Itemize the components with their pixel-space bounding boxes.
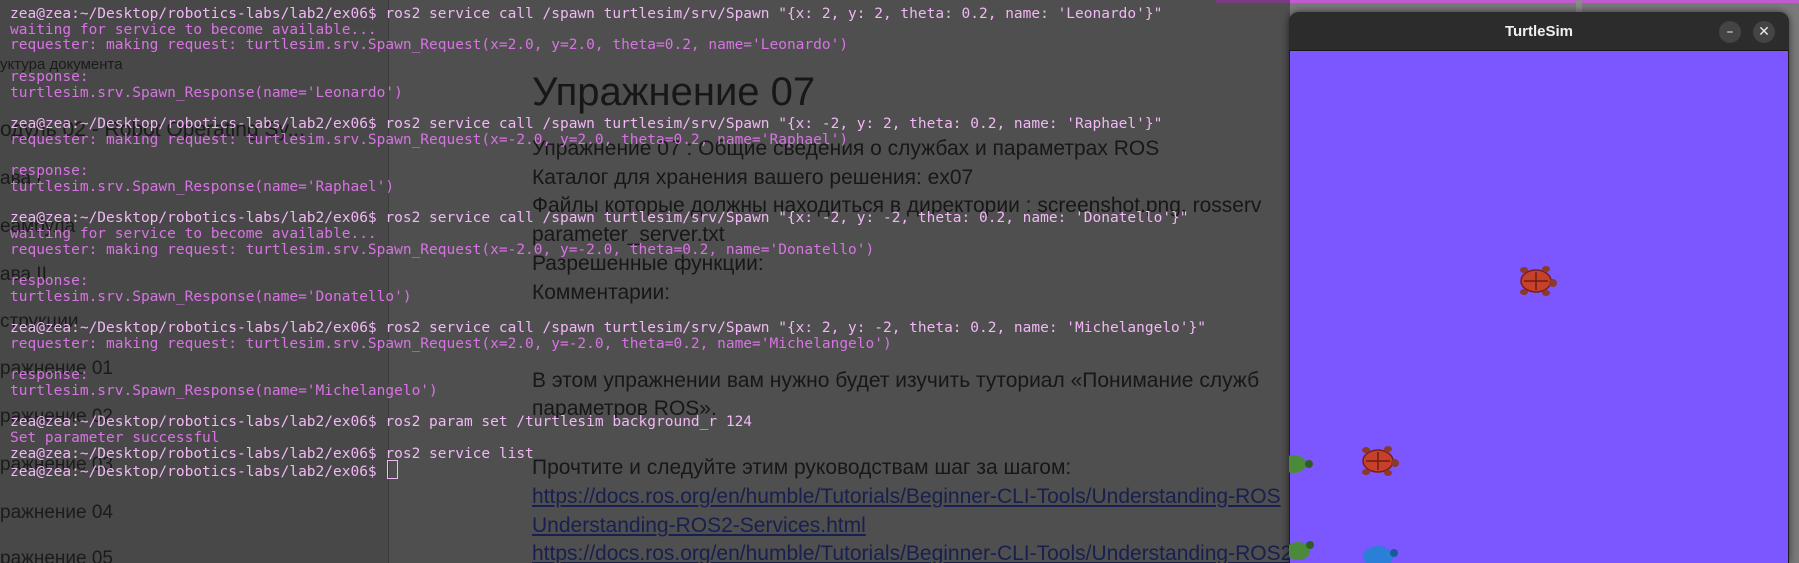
turtlesim-canvas (1289, 51, 1788, 563)
close-icon: ✕ (1758, 24, 1770, 40)
close-button[interactable]: ✕ (1753, 21, 1775, 43)
turtle-icon (1363, 546, 1398, 563)
turtlesim-window: TurtleSim – ✕ (1289, 12, 1789, 563)
terminal-window[interactable]: zea@zea:~/Desktop/robotics-labs/lab2/ex0… (0, 0, 1290, 563)
turtle-icon (1520, 266, 1557, 296)
terminal-output-line: requester: making request: turtlesim.srv… (10, 335, 892, 352)
turtle-icon (1289, 455, 1313, 473)
terminal-output-line: turtlesim.srv.Spawn_Response(name='Rapha… (10, 178, 395, 195)
terminal-output-line: requester: making request: turtlesim.srv… (10, 37, 849, 54)
terminal-output-line: turtlesim.srv.Spawn_Response(name='Miche… (10, 382, 438, 399)
turtle-icon (1362, 446, 1399, 476)
turtle-body (1362, 446, 1399, 476)
turtle-body (1520, 266, 1557, 296)
terminal-output-line: turtlesim.srv.Spawn_Response(name='Leona… (10, 84, 403, 101)
window-title: TurtleSim (1504, 23, 1574, 40)
terminal-output-line: requester: making request: turtlesim.srv… (10, 131, 849, 148)
turtle-icon (1289, 541, 1314, 560)
terminal-command-line: zea@zea:~/Desktop/robotics-labs/lab2/ex0… (10, 460, 399, 481)
minimize-button[interactable]: – (1719, 21, 1741, 43)
terminal-output-line: requester: making request: turtlesim.srv… (10, 241, 875, 258)
terminal-cursor (387, 460, 399, 480)
terminal-output-line: turtlesim.srv.Spawn_Response(name='Donat… (10, 288, 412, 305)
turtlesim-titlebar[interactable]: TurtleSim – ✕ (1289, 12, 1789, 51)
minimize-icon: – (1726, 24, 1734, 40)
